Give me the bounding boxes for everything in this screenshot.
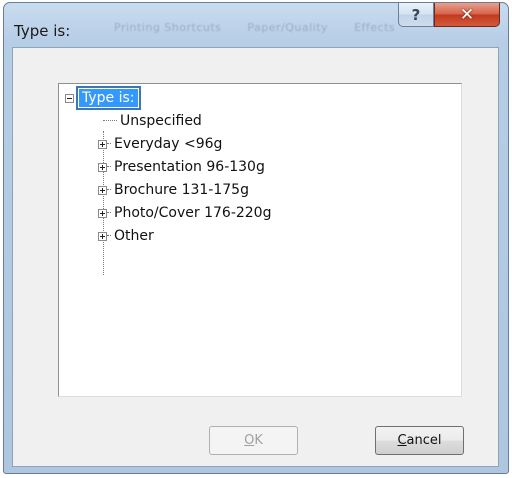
tree-connector <box>107 189 111 191</box>
tree-root[interactable]: Type is: <box>65 86 141 110</box>
background-tab: Printing Shortcuts <box>114 21 222 34</box>
help-icon: ? <box>411 5 421 24</box>
tree-item-label[interactable]: Everyday <96g <box>114 136 222 152</box>
help-button[interactable]: ? <box>398 3 434 27</box>
expand-icon[interactable] <box>98 231 107 241</box>
tree-connector <box>107 143 111 145</box>
tree-root-label[interactable]: Type is: <box>76 86 141 110</box>
expand-icon[interactable] <box>98 208 107 218</box>
tree-connector <box>107 166 111 168</box>
tree-item-label[interactable]: Other <box>114 228 154 244</box>
ok-button-label: OK <box>244 433 263 448</box>
tree-item-everyday[interactable]: Everyday <96g <box>98 134 222 154</box>
tree-item-other[interactable]: Other <box>98 226 154 246</box>
tree-connector <box>107 212 111 214</box>
title-bar[interactable]: Printing Shortcuts Paper/Quality Effects… <box>4 3 508 47</box>
window-title: Type is: <box>14 22 71 40</box>
expand-icon[interactable] <box>98 185 107 195</box>
close-button[interactable]: ✕ <box>434 3 500 27</box>
cancel-button-label: Cancel <box>397 433 442 448</box>
tree-item-label[interactable]: Unspecified <box>120 113 202 129</box>
tree-item-unspecified[interactable]: Unspecified <box>103 111 202 131</box>
paper-type-tree[interactable]: Type is: Unspecified Everyday <96g Prese… <box>58 83 462 397</box>
background-tabs: Printing Shortcuts Paper/Quality Effects <box>114 21 417 34</box>
close-icon: ✕ <box>459 4 475 25</box>
ok-button[interactable]: OK <box>209 426 298 455</box>
tree-connector <box>107 235 111 237</box>
tree-connector <box>103 120 117 122</box>
cancel-button[interactable]: Cancel <box>375 426 464 455</box>
tree-item-brochure[interactable]: Brochure 131-175g <box>98 180 249 200</box>
collapse-icon[interactable] <box>65 93 74 103</box>
tree-item-presentation[interactable]: Presentation 96-130g <box>98 157 265 177</box>
tree-item-label[interactable]: Photo/Cover 176-220g <box>114 205 271 221</box>
background-tab: Paper/Quality <box>247 21 329 34</box>
tree-item-photo-cover[interactable]: Photo/Cover 176-220g <box>98 203 271 223</box>
background-tab: Effects <box>354 21 396 34</box>
tree-item-label[interactable]: Presentation 96-130g <box>114 159 265 175</box>
dialog-window: Printing Shortcuts Paper/Quality Effects… <box>3 2 509 474</box>
dialog-client-area: Type is: Unspecified Everyday <96g Prese… <box>12 47 499 467</box>
tree-item-label[interactable]: Brochure 131-175g <box>114 182 249 198</box>
expand-icon[interactable] <box>98 139 107 149</box>
expand-icon[interactable] <box>98 162 107 172</box>
